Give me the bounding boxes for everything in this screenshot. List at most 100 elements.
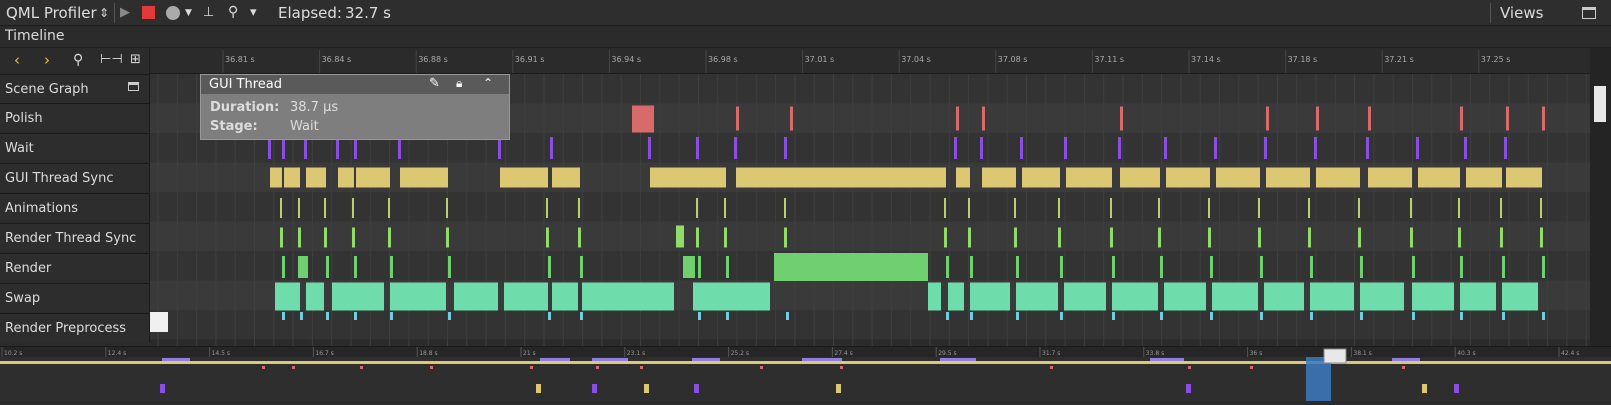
swap-bar (1360, 282, 1404, 311)
preprocess-marker (1160, 312, 1163, 320)
filter-icon[interactable]: ▾ (250, 5, 257, 20)
zoom-icon[interactable]: ⚲ (73, 52, 83, 68)
wait-marker (1366, 137, 1369, 159)
overview-polish-dot (640, 366, 643, 369)
scrollbar-handle[interactable] (1594, 86, 1606, 122)
render-marker (1016, 256, 1019, 278)
preprocess-marker (1016, 312, 1019, 320)
jump-icon[interactable]: ⊞ (130, 52, 141, 67)
swap-bar (1310, 282, 1354, 311)
profiler-title[interactable]: QML Profiler (6, 4, 97, 22)
time-ruler[interactable]: 36.81 s 36.84 s 36.88 s 36.91 s 36.94 s 36.98… (150, 48, 1590, 74)
animation-marker (1258, 198, 1260, 218)
gui-sync-bar (786, 167, 946, 188)
preprocess-marker (698, 312, 701, 320)
render-marker (354, 256, 357, 278)
overview-polish-dot (1402, 366, 1405, 369)
gui-sync-bar (500, 167, 548, 188)
wait-marker (398, 137, 401, 159)
views-button[interactable]: Views (1500, 4, 1543, 22)
ruler-tick-label: 36.94 s (611, 55, 641, 64)
preprocess-marker (1260, 312, 1263, 320)
preprocess-marker (1112, 312, 1115, 320)
preprocess-marker (282, 312, 285, 320)
animation-marker (280, 198, 282, 218)
collapse-icon[interactable] (128, 82, 139, 91)
row-label-render[interactable]: Render (0, 253, 150, 282)
lock-icon[interactable]: 🔒︎ (456, 76, 462, 91)
overview-wait-band (802, 358, 842, 361)
overview-cluster (694, 384, 699, 393)
row-label-swap[interactable]: Swap (0, 283, 150, 312)
animation-marker (1308, 198, 1310, 218)
prev-icon[interactable]: ‹ (14, 51, 20, 69)
animation-marker (1208, 198, 1210, 218)
wait-marker (696, 137, 699, 159)
render-marker (282, 256, 285, 278)
preprocess-marker (448, 312, 451, 320)
wait-marker (498, 137, 501, 159)
row-label-scene-graph[interactable]: Scene Graph (0, 74, 150, 103)
elapsed-label: Elapsed: (278, 4, 342, 22)
record-icon[interactable] (142, 6, 155, 19)
row-label-wait[interactable]: Wait (0, 133, 150, 162)
ruler-icon[interactable]: ⊥ (203, 5, 214, 20)
swap-bar (1016, 282, 1058, 311)
render-sync-marker (1158, 227, 1161, 248)
row-label-polish[interactable]: Polish (0, 103, 150, 132)
tooltip-stage-key: Stage: (210, 119, 258, 134)
edit-icon[interactable]: ✎ (429, 76, 440, 91)
row-label-render-preprocess[interactable]: Render Preprocess (0, 313, 150, 342)
preprocess-marker (786, 312, 789, 320)
render-sync-marker (1058, 227, 1061, 248)
vertical-scrollbar[interactable] (1590, 48, 1611, 346)
capture-circle-icon[interactable] (166, 6, 180, 20)
row-label-animations[interactable]: Animations (0, 193, 150, 222)
polish-marker (1316, 106, 1319, 131)
overview-chart[interactable]: 10.2 s 12.4 s 14.5 s 16.7 s 18.8 s 21 s 23.1 s… (0, 347, 1611, 401)
animation-marker (1540, 198, 1542, 218)
gui-sync-bar (736, 167, 786, 188)
overview-wait-band (540, 358, 570, 361)
tooltip-stage-value: Wait (290, 119, 319, 134)
render-marker (1542, 256, 1545, 278)
render-sync-marker (546, 227, 549, 248)
swap-bar (275, 282, 300, 311)
ruler-tick-label: 37.04 s (901, 55, 931, 64)
dropdown-arrow-icon[interactable]: ▼ (185, 8, 192, 18)
overview-cluster (1454, 384, 1459, 393)
polish-marker (1120, 106, 1123, 131)
render-marker (390, 256, 393, 278)
range-icon[interactable]: ⊢⊣ (100, 52, 123, 67)
animation-marker (1158, 198, 1160, 218)
swap-bar (1212, 282, 1258, 311)
collapse-up-icon[interactable]: ⌃ (483, 76, 493, 90)
updown-arrows-icon[interactable]: ⇕ (99, 6, 109, 20)
render-marker (726, 256, 729, 278)
overview-polish-dot (360, 366, 363, 369)
render-sync-marker (1110, 227, 1113, 248)
render-sync-marker (1358, 227, 1361, 248)
overview-strip[interactable]: 10.2 s 12.4 s 14.5 s 16.7 s 18.8 s 21 s 23.1 s… (0, 346, 1611, 401)
swap-bar (1460, 282, 1496, 311)
gui-sync-bar (356, 167, 390, 188)
polish-bar (632, 105, 654, 133)
wait-marker (1118, 137, 1121, 159)
animation-marker (1500, 198, 1502, 218)
detach-icon[interactable] (1582, 7, 1596, 19)
swap-bar (306, 282, 324, 311)
gui-sync-bar (400, 167, 448, 188)
overview-tick-label: 42.4 s (1561, 350, 1579, 357)
animation-marker (1014, 198, 1016, 218)
cursor-icon[interactable]: ▶ (120, 5, 130, 20)
row-label-gui-thread-sync[interactable]: GUI Thread Sync (0, 163, 150, 192)
row-label-text: Render Preprocess (5, 321, 127, 336)
preprocess-marker (1060, 312, 1063, 320)
next-icon[interactable]: › (44, 51, 50, 69)
search-icon[interactable]: ⚲ (228, 4, 238, 20)
ruler-tick-label: 37.14 s (1191, 55, 1221, 64)
preprocess-marker (580, 312, 583, 320)
overview-cluster (836, 384, 841, 393)
row-label-render-thread-sync[interactable]: Render Thread Sync (0, 223, 150, 252)
polish-marker (1542, 106, 1545, 131)
